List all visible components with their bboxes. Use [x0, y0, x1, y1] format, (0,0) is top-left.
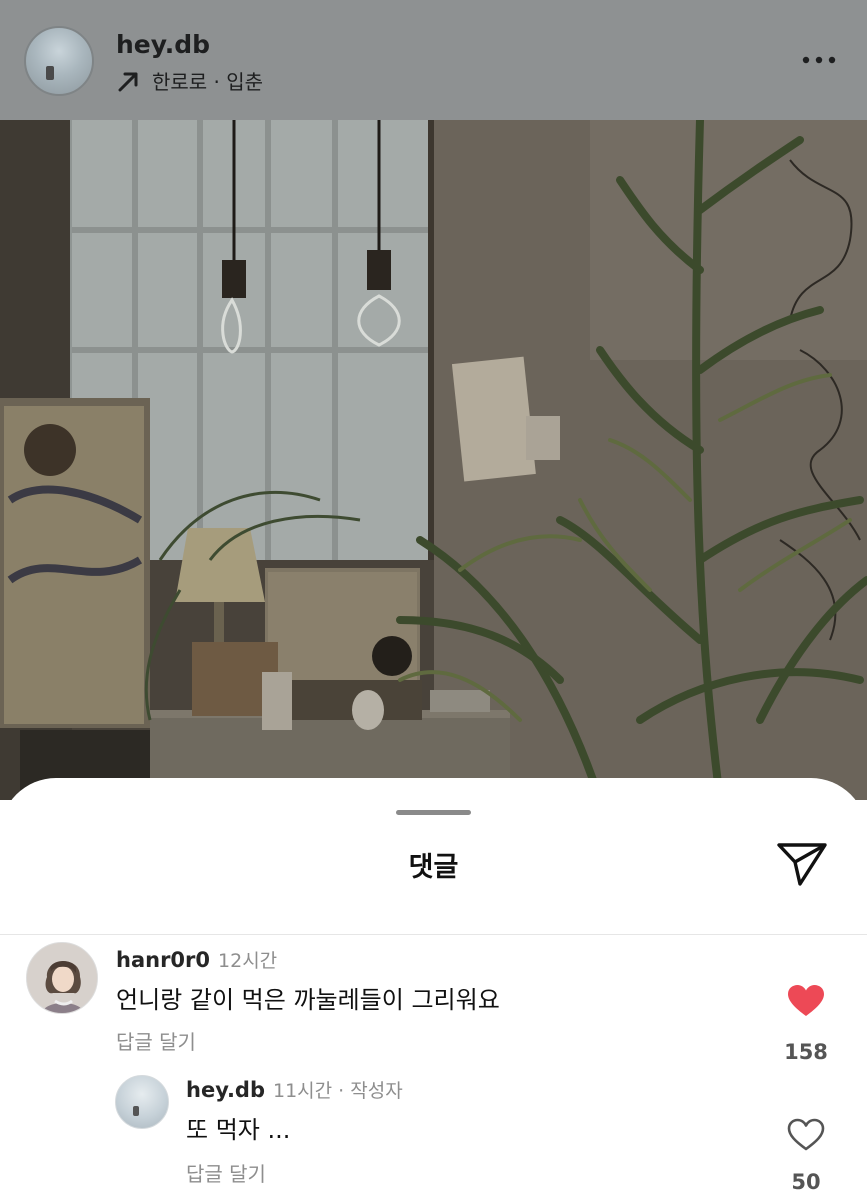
- commenter-avatar[interactable]: [26, 942, 98, 1014]
- comment-username[interactable]: hey.db: [186, 1078, 265, 1102]
- comment-like: 158: [776, 984, 836, 1064]
- arrow-up-right-icon: [118, 72, 138, 91]
- send-paper-plane-icon[interactable]: [776, 840, 828, 888]
- heart-outline-icon[interactable]: [787, 1118, 825, 1152]
- reply-button[interactable]: 답글 달기: [116, 1026, 196, 1055]
- like-count: 158: [784, 1040, 828, 1064]
- heart-filled-icon[interactable]: [787, 984, 825, 1018]
- sheet-grab-handle[interactable]: [396, 810, 471, 815]
- more-horizontal-icon[interactable]: [801, 50, 837, 70]
- comment-header: hanr0r0 12시간: [116, 946, 277, 973]
- comment-like: 50: [776, 1118, 836, 1194]
- avatar-portrait-icon: [27, 943, 97, 1013]
- post-location-text: 한로로 · 입춘: [152, 70, 264, 94]
- post-photo[interactable]: [0, 120, 867, 800]
- comment-username[interactable]: hanr0r0: [116, 948, 210, 972]
- comment-timestamp: 11시간 · 작성자: [273, 1080, 403, 1102]
- commenter-avatar[interactable]: [115, 1075, 169, 1129]
- post-author-avatar[interactable]: [24, 26, 94, 96]
- comment-timestamp: 12시간: [218, 950, 278, 972]
- comment-text: 또 먹자 ...: [186, 1116, 291, 1144]
- post-author-username[interactable]: hey.db: [116, 30, 210, 59]
- post-music-location[interactable]: 한로로 · 입춘: [116, 66, 263, 95]
- sheet-title: 댓글: [408, 852, 459, 883]
- post-header: hey.db 한로로 · 입춘: [0, 0, 867, 120]
- like-count: 50: [791, 1170, 821, 1194]
- reply-button[interactable]: 답글 달기: [186, 1158, 266, 1187]
- room-photo-illustration: [0, 120, 867, 800]
- sheet-divider: [0, 934, 867, 935]
- comment-header: hey.db 11시간 · 작성자: [186, 1076, 403, 1103]
- comment-text: 언니랑 같이 먹은 까눌레들이 그리워요: [116, 986, 500, 1014]
